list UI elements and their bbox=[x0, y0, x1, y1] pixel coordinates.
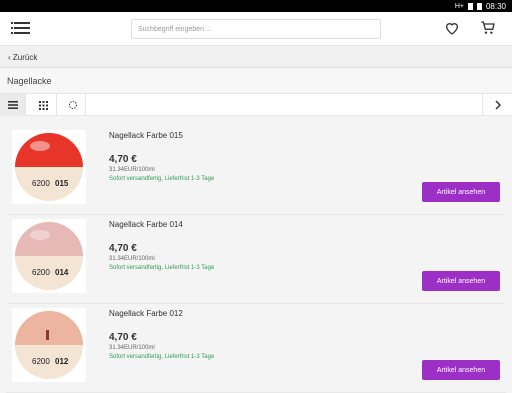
view-article-button[interactable]: Artikel ansehen bbox=[422, 182, 500, 202]
list-item[interactable]: 6200 015 Nagellack Farbe 015 4,70 € 31.3… bbox=[6, 126, 506, 215]
shipping-info: Sofort versandfertig, Lieferfrist 1-3 Ta… bbox=[109, 265, 215, 271]
product-image[interactable]: 6200 012 bbox=[12, 308, 86, 382]
chevron-right-icon bbox=[494, 100, 501, 110]
view-toolbar bbox=[0, 93, 512, 116]
page-title: Nagellacke bbox=[0, 69, 512, 92]
product-name[interactable]: Nagellack Farbe 012 bbox=[109, 309, 183, 318]
list-view-button[interactable] bbox=[0, 94, 26, 116]
grid-view-button[interactable] bbox=[31, 94, 57, 116]
product-name[interactable]: Nagellack Farbe 015 bbox=[109, 131, 183, 140]
code-prefix: 6200 bbox=[32, 268, 50, 277]
product-image[interactable]: 6200 015 bbox=[12, 130, 86, 204]
code-prefix: 6200 bbox=[32, 357, 50, 366]
signal-icon bbox=[467, 2, 473, 10]
chevron-left-icon: ‹ bbox=[8, 53, 11, 62]
unit-price: 31.34EUR/100ml bbox=[109, 345, 155, 351]
unit-price: 31.34EUR/100ml bbox=[109, 167, 155, 173]
shipping-info: Sofort versandfertig, Lieferfrist 1-3 Ta… bbox=[109, 176, 215, 182]
product-price: 4,70 € bbox=[109, 243, 137, 254]
grid-icon bbox=[39, 100, 48, 110]
back-label: Zurück bbox=[12, 53, 38, 62]
network-indicator: H+ bbox=[454, 2, 464, 10]
clock: 08:30 bbox=[485, 1, 506, 11]
list-item[interactable]: 6200 014 Nagellack Farbe 014 4,70 € 31.3… bbox=[6, 215, 506, 304]
view-article-button[interactable]: Artikel ansehen bbox=[422, 360, 500, 380]
code: 014 bbox=[55, 268, 69, 277]
unit-price: 31.34EUR/100ml bbox=[109, 256, 155, 262]
battery-icon bbox=[476, 2, 482, 10]
refresh-button[interactable] bbox=[60, 94, 86, 116]
menu-icon[interactable] bbox=[11, 22, 30, 35]
heart-icon[interactable] bbox=[444, 20, 460, 36]
code: 012 bbox=[55, 357, 69, 366]
product-name[interactable]: Nagellack Farbe 014 bbox=[109, 220, 183, 229]
list-item[interactable]: 6200 012 Nagellack Farbe 012 4,70 € 31.3… bbox=[6, 304, 506, 393]
spinner-icon bbox=[68, 101, 77, 109]
product-price: 4,70 € bbox=[109, 332, 137, 343]
status-bar: H+ 08:30 bbox=[0, 0, 512, 12]
product-list: 6200 015 Nagellack Farbe 015 4,70 € 31.3… bbox=[6, 126, 506, 393]
app-header: Suchbegriff eingeben ... bbox=[0, 12, 512, 46]
code: 015 bbox=[55, 179, 69, 188]
back-button[interactable]: ‹ Zurück bbox=[0, 47, 512, 68]
product-price: 4,70 € bbox=[109, 154, 137, 165]
view-article-button[interactable]: Artikel ansehen bbox=[422, 271, 500, 291]
product-image[interactable]: 6200 014 bbox=[12, 219, 86, 293]
code-prefix: 6200 bbox=[32, 179, 50, 188]
search-input[interactable]: Suchbegriff eingeben ... bbox=[131, 19, 381, 39]
list-icon bbox=[7, 101, 18, 109]
next-button[interactable] bbox=[482, 94, 512, 116]
shipping-info: Sofort versandfertig, Lieferfrist 1-3 Ta… bbox=[109, 354, 215, 360]
cart-icon[interactable] bbox=[480, 20, 496, 36]
